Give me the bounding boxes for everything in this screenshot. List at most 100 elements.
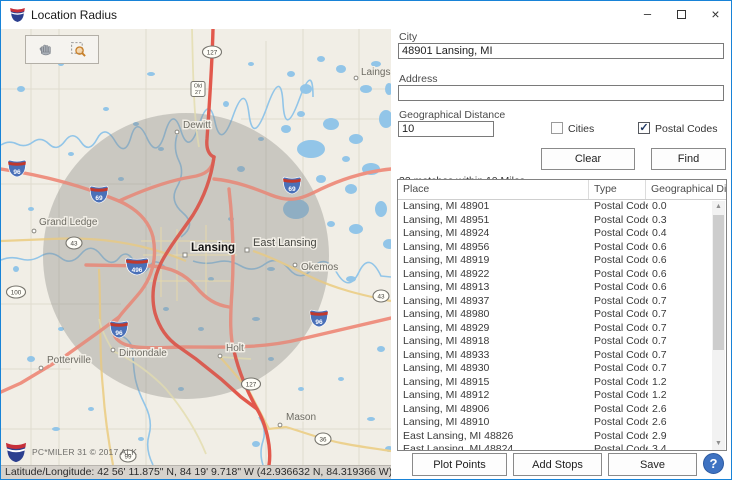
- column-header-place[interactable]: Place: [398, 180, 589, 199]
- scroll-up-icon[interactable]: ▲: [712, 201, 725, 213]
- pcmiler-shield-logo: [3, 442, 29, 463]
- table-row[interactable]: Lansing, MI 48937Postal Code0.7: [398, 295, 712, 309]
- pcmiler-logo-icon: [9, 7, 26, 23]
- table-row[interactable]: Lansing, MI 48956Postal Code0.6: [398, 241, 712, 255]
- table-cell-place: Lansing, MI 48929: [403, 322, 588, 336]
- table-row[interactable]: Lansing, MI 48912Postal Code1.2: [398, 389, 712, 403]
- table-row[interactable]: Lansing, MI 48922Postal Code0.6: [398, 268, 712, 282]
- table-row[interactable]: Lansing, MI 48980Postal Code0.7: [398, 308, 712, 322]
- city-marker: [111, 348, 115, 352]
- table-row[interactable]: Lansing, MI 48951 Postal Code 0.3: [398, 214, 712, 228]
- postal-codes-checkbox[interactable]: ✓: [638, 122, 650, 134]
- pan-hand-tool[interactable]: [33, 38, 59, 61]
- svg-text:43: 43: [70, 240, 78, 247]
- window-title: Location Radius: [31, 1, 117, 29]
- route-shield: 127: [242, 378, 261, 390]
- table-row[interactable]: Lansing, MI 48918Postal Code0.7: [398, 335, 712, 349]
- table-cell-dist: 0.7: [652, 335, 707, 349]
- zoom-area-tool[interactable]: [65, 38, 91, 61]
- find-button[interactable]: Find: [651, 148, 726, 170]
- search-panel: City Address Geographical Distance Citie…: [391, 29, 731, 479]
- city-marker: [183, 253, 187, 257]
- minimize-button[interactable]: –: [631, 1, 664, 28]
- results-rows: Lansing, MI 48901Postal Code0.0Lansing, …: [398, 200, 712, 450]
- table-cell-type: Postal Code: [594, 227, 648, 241]
- table-row[interactable]: East Lansing, MI 48826Postal Code2.9: [398, 430, 712, 444]
- address-label: Address: [399, 73, 438, 85]
- maximize-button[interactable]: [665, 1, 698, 28]
- svg-text:96: 96: [315, 319, 323, 326]
- table-row[interactable]: Lansing, MI 48910Postal Code2.6: [398, 416, 712, 430]
- column-header-distance[interactable]: Geographical Di: [646, 180, 726, 199]
- table-row[interactable]: Lansing, MI 48915Postal Code1.2: [398, 376, 712, 390]
- table-cell-place: Lansing, MI 48930: [403, 362, 588, 376]
- table-row[interactable]: Lansing, MI 48933Postal Code0.7: [398, 349, 712, 363]
- results-scrollbar[interactable]: ▲ ▼: [712, 201, 725, 450]
- add-stops-button[interactable]: Add Stops: [513, 453, 602, 476]
- cities-checkbox[interactable]: [551, 122, 563, 134]
- column-header-type[interactable]: Type: [589, 180, 646, 199]
- map-city-label: Laingsburg: [361, 67, 391, 78]
- table-row[interactable]: East Lansing, MI 48824Postal Code3.4: [398, 443, 712, 450]
- table-row[interactable]: Lansing, MI 48929Postal Code0.7: [398, 322, 712, 336]
- table-cell-place: Lansing, MI 48906: [403, 403, 588, 417]
- city-input[interactable]: [398, 43, 724, 59]
- table-cell-type: Postal Code: [594, 281, 648, 295]
- table-cell-type: Postal Code: [594, 376, 648, 390]
- table-cell-dist: 1.2: [652, 376, 707, 390]
- table-cell-place: Lansing, MI 48951: [403, 214, 588, 228]
- table-row[interactable]: Lansing, MI 48924Postal Code0.4: [398, 227, 712, 241]
- clear-button[interactable]: Clear: [541, 148, 635, 170]
- postal-codes-checkbox-label: Postal Codes: [655, 123, 717, 135]
- distance-label: Geographical Distance: [399, 109, 505, 121]
- table-cell-place: Lansing, MI 48922: [403, 268, 588, 282]
- plot-points-button[interactable]: Plot Points: [412, 453, 507, 476]
- city-marker: [278, 423, 282, 427]
- map-city-label: East Lansing: [253, 237, 317, 249]
- route-shield: 100: [7, 286, 26, 298]
- route-shield: 43: [373, 290, 389, 302]
- table-row[interactable]: Lansing, MI 48919Postal Code0.6: [398, 254, 712, 268]
- table-cell-type: Postal Code: [594, 214, 648, 228]
- results-table: Place Type Geographical Di Lansing, MI 4…: [397, 179, 727, 451]
- table-cell-dist: 0.7: [652, 349, 707, 363]
- table-cell-dist: 2.9: [652, 430, 707, 444]
- scroll-down-icon[interactable]: ▼: [712, 438, 725, 450]
- table-cell-type: Postal Code: [594, 349, 648, 363]
- attribution-text: PC*MILER 31 © 2017 ALK: [32, 447, 137, 457]
- map-city-label: Dimondale: [119, 348, 167, 359]
- table-row[interactable]: Lansing, MI 48930Postal Code0.7: [398, 362, 712, 376]
- save-button[interactable]: Save: [608, 453, 697, 476]
- table-cell-dist: 2.6: [652, 403, 707, 417]
- table-cell-place: Lansing, MI 48956: [403, 241, 588, 255]
- map-canvas[interactable]: 9669496966996127Old2743100431273699 Dewi…: [1, 29, 391, 465]
- table-cell-dist: 0.6: [652, 254, 707, 268]
- city-marker: [354, 76, 358, 80]
- table-cell-dist: 0.7: [652, 322, 707, 336]
- distance-input[interactable]: [398, 121, 494, 137]
- help-button[interactable]: ?: [703, 453, 724, 474]
- table-cell-dist: 0.3: [652, 214, 707, 228]
- city-marker: [39, 366, 43, 370]
- table-cell-type: Postal Code: [594, 403, 648, 417]
- table-cell-place: Lansing, MI 48924: [403, 227, 588, 241]
- map-city-label: Potterville: [47, 355, 91, 366]
- table-cell-dist: 3.4: [652, 443, 707, 450]
- svg-text:Old: Old: [194, 84, 202, 90]
- map-city-label: Okemos: [301, 262, 338, 273]
- close-button[interactable]: ×: [699, 1, 732, 28]
- address-input[interactable]: [398, 85, 724, 101]
- city-marker: [175, 130, 179, 134]
- table-row[interactable]: Lansing, MI 48901Postal Code0.0: [398, 200, 712, 214]
- table-row[interactable]: Lansing, MI 48906 Postal Code 2.6: [398, 403, 712, 417]
- table-row[interactable]: Lansing, MI 48913Postal Code0.6: [398, 281, 712, 295]
- svg-text:496: 496: [132, 267, 143, 274]
- svg-text:127: 127: [207, 49, 218, 56]
- svg-text:96: 96: [115, 330, 123, 337]
- svg-text:27: 27: [195, 90, 201, 96]
- table-cell-type: Postal Code: [594, 389, 648, 403]
- map-city-label: Mason: [286, 412, 316, 423]
- table-cell-place: Lansing, MI 48910: [403, 416, 588, 430]
- svg-text:96: 96: [13, 169, 21, 176]
- scrollbar-thumb[interactable]: [713, 215, 724, 350]
